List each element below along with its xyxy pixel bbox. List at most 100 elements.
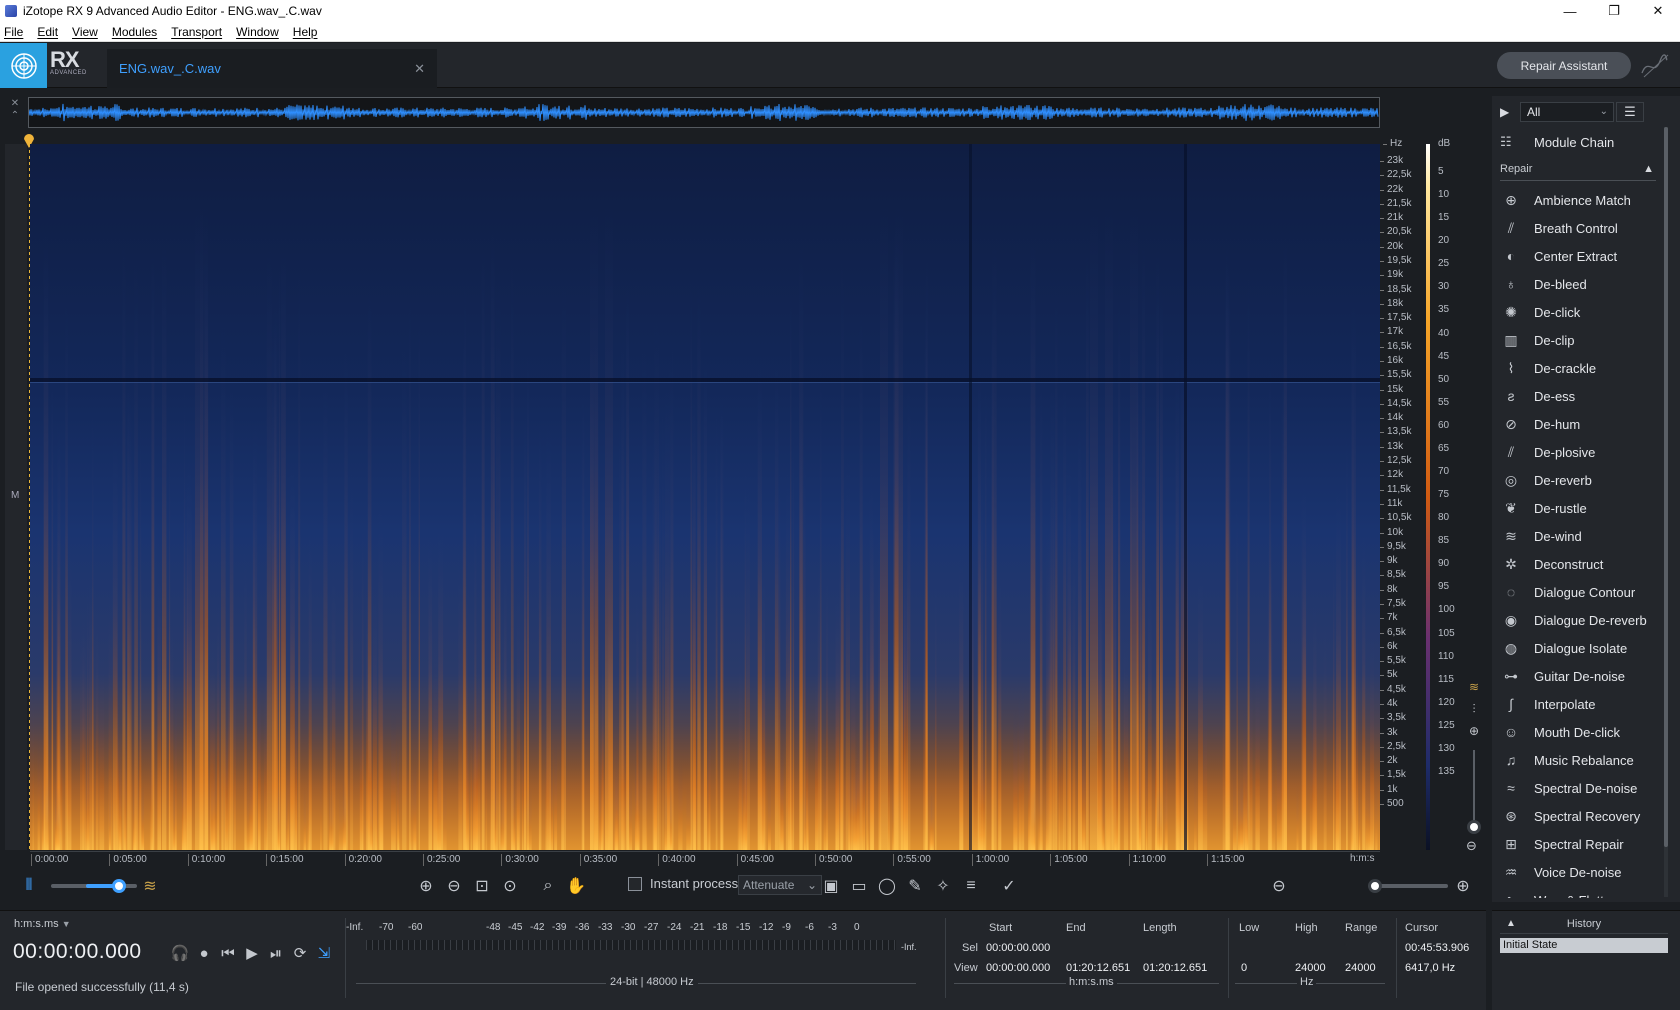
module-item[interactable]: ♁ De-bleed	[1500, 270, 1660, 298]
module-item[interactable]: ∿ Wow & Flutter	[1500, 886, 1660, 899]
module-item[interactable]: ✺ De-click	[1500, 298, 1660, 326]
skip-back-icon[interactable]: ⏮	[216, 942, 240, 964]
close-button[interactable]: ✕	[1636, 0, 1680, 22]
vertical-zoom-knob[interactable]	[1467, 820, 1481, 834]
module-list-scroll-thumb[interactable]	[1664, 127, 1668, 847]
magic-wand-tool-icon[interactable]: ✧	[932, 875, 954, 897]
module-item[interactable]: ♫ Music Rebalance	[1500, 746, 1660, 774]
zoom-in-icon[interactable]: ⊕	[415, 875, 437, 897]
module-item[interactable]: ⫽ De-plosive	[1500, 438, 1660, 466]
harmonic-selection-tool-icon[interactable]: ≡	[960, 875, 982, 897]
module-list-menu-icon[interactable]: ☰	[1616, 102, 1644, 122]
module-item[interactable]: ≈ Spectral De-noise	[1500, 774, 1660, 802]
module-item[interactable]: ⊛ Spectral Recovery	[1500, 802, 1660, 830]
waveform-zoom-slider[interactable]	[51, 879, 137, 893]
instant-process-mode-select[interactable]: Attenuate ⌄	[738, 875, 822, 895]
spectrogram-settings-icon[interactable]: ≋	[1462, 680, 1486, 702]
lasso-tool-icon[interactable]: ◯	[876, 875, 898, 897]
module-item[interactable]: ◐ Center Extract	[1500, 242, 1660, 270]
time-format-select[interactable]: h:m:s.ms ▼	[14, 918, 71, 930]
loop-icon[interactable]: ⟳	[288, 942, 312, 964]
module-item[interactable]: ☺ Mouth De-click	[1500, 718, 1660, 746]
module-item[interactable]: ⊞ Spectral Repair	[1500, 830, 1660, 858]
module-chain-button[interactable]: ☷ Module Chain	[1500, 130, 1614, 154]
module-item[interactable]: ≋ De-wind	[1500, 522, 1660, 550]
module-list-scrollbar[interactable]	[1664, 127, 1668, 897]
module-item[interactable]: ♒ Voice De-noise	[1500, 858, 1660, 886]
magnify-tool-icon[interactable]: ⌕	[537, 875, 559, 897]
repair-section-header[interactable]: Repair ▲	[1500, 163, 1656, 181]
menu-modules[interactable]: Modules	[112, 25, 157, 39]
menu-view[interactable]: View	[72, 25, 98, 39]
zoom-to-fit-icon[interactable]: ⊙	[499, 875, 521, 897]
timecode-display[interactable]: 00:00:00.000	[13, 940, 142, 964]
time-ruler[interactable]: 0:00:00 0:05:00 0:10:00 0:15:00 0:20:00 0:25:…	[30, 851, 1380, 867]
follow-icon[interactable]: ⇲	[312, 942, 336, 964]
module-item[interactable]: ⊘ De-hum	[1500, 410, 1660, 438]
module-item[interactable]: ⊶ Guitar De-noise	[1500, 662, 1660, 690]
draw-tool-icon[interactable]: ✓	[998, 875, 1020, 897]
menu-transport[interactable]: Transport	[171, 25, 222, 39]
zoom-to-selection-icon[interactable]: ⊡	[471, 875, 493, 897]
high-value[interactable]: 24000	[1295, 962, 1326, 974]
module-item[interactable]: ◉ Dialogue De-reverb	[1500, 606, 1660, 634]
module-item[interactable]: ⌇ De-crackle	[1500, 354, 1660, 382]
file-tab[interactable]: ENG.wav_.C.wav ✕	[107, 49, 437, 88]
module-item[interactable]: ◎ De-reverb	[1500, 466, 1660, 494]
module-item[interactable]: ✲ Deconstruct	[1500, 550, 1660, 578]
module-item[interactable]: ∫ Interpolate	[1500, 690, 1660, 718]
waveform-overview[interactable]	[28, 97, 1380, 128]
minimize-button[interactable]: —	[1548, 0, 1592, 22]
time-zoom-out-icon[interactable]: ⊖	[1268, 875, 1290, 897]
play-icon[interactable]: ▶	[240, 942, 264, 964]
module-item[interactable]: ❦ De-rustle	[1500, 494, 1660, 522]
view-start-value[interactable]: 00:00:00.000	[986, 962, 1050, 974]
vertical-zoom-in-icon[interactable]: ⊕	[1462, 724, 1486, 746]
history-item[interactable]: Initial State	[1500, 938, 1668, 953]
spectrogram-opacity-icon[interactable]: ≋	[139, 875, 161, 897]
menu-help[interactable]: Help	[293, 25, 318, 39]
menu-file[interactable]: File	[4, 25, 23, 39]
module-item[interactable]: ◍ Dialogue Isolate	[1500, 634, 1660, 662]
vertical-zoom-out-icon[interactable]: ⊖	[1466, 838, 1477, 854]
view-length-value[interactable]: 01:20:12.651	[1143, 962, 1207, 974]
low-value[interactable]: 0	[1241, 962, 1247, 974]
module-item[interactable]: ƨ De-ess	[1500, 382, 1660, 410]
zoom-out-icon[interactable]: ⊖	[443, 875, 465, 897]
module-item[interactable]: ⊕ Ambience Match	[1500, 186, 1660, 214]
module-filter-select[interactable]: All ⌄	[1520, 102, 1614, 122]
time-frequency-selection-tool-icon[interactable]: ▭	[848, 875, 870, 897]
waveform-toggle-icon[interactable]: ⫶	[1462, 702, 1486, 724]
play-module-icon[interactable]: ▶	[1500, 105, 1518, 119]
time-zoom-slider[interactable]	[1368, 879, 1448, 893]
vertical-zoom-slider[interactable]	[1473, 750, 1475, 830]
time-zoom-in-icon[interactable]: ⊕	[1452, 875, 1474, 897]
range-value[interactable]: 24000	[1345, 962, 1376, 974]
izotope-logo-icon[interactable]	[0, 43, 47, 88]
history-header[interactable]: ▲ History	[1500, 918, 1668, 934]
menu-edit[interactable]: Edit	[37, 25, 58, 39]
sel-start-value[interactable]: 00:00:00.000	[986, 942, 1050, 954]
time-zoom-knob[interactable]	[1368, 879, 1382, 893]
repair-assistant-button[interactable]: Repair Assistant	[1497, 52, 1631, 79]
headphones-icon[interactable]: 🎧	[168, 942, 192, 964]
frequency-scale[interactable]: Hz 23k 22,5k 22k 21,5k 21k 20,5k 20k 19,5k 19k 18,…	[1379, 138, 1426, 850]
close-tab-icon[interactable]: ✕	[414, 61, 425, 77]
end-label: End	[1066, 922, 1086, 934]
play-selection-icon[interactable]: ⏯	[264, 942, 288, 964]
waveform-spectrogram-toggle-icon[interactable]: ⫴	[18, 875, 40, 897]
module-item[interactable]: ▥ De-clip	[1500, 326, 1660, 354]
hand-tool-icon[interactable]: ✋	[565, 875, 587, 897]
frequency-selection-tool-icon[interactable]: ▣	[820, 875, 842, 897]
maximize-button[interactable]: ❐	[1592, 0, 1636, 22]
module-item[interactable]: ◌ Dialogue Contour	[1500, 578, 1660, 606]
instant-process-checkbox[interactable]	[628, 876, 642, 891]
brush-tool-icon[interactable]: ✎	[904, 875, 926, 897]
spectrogram-view[interactable]	[30, 144, 1380, 850]
menu-window[interactable]: Window	[236, 25, 279, 39]
instant-process-toggle[interactable]: Instant process	[628, 876, 738, 891]
record-icon[interactable]: ●	[192, 942, 216, 964]
view-end-value[interactable]: 01:20:12.651	[1066, 962, 1130, 974]
module-item[interactable]: ⫽ Breath Control	[1500, 214, 1660, 242]
collapse-overview-icon[interactable]: ✕ ⌃	[7, 98, 23, 124]
